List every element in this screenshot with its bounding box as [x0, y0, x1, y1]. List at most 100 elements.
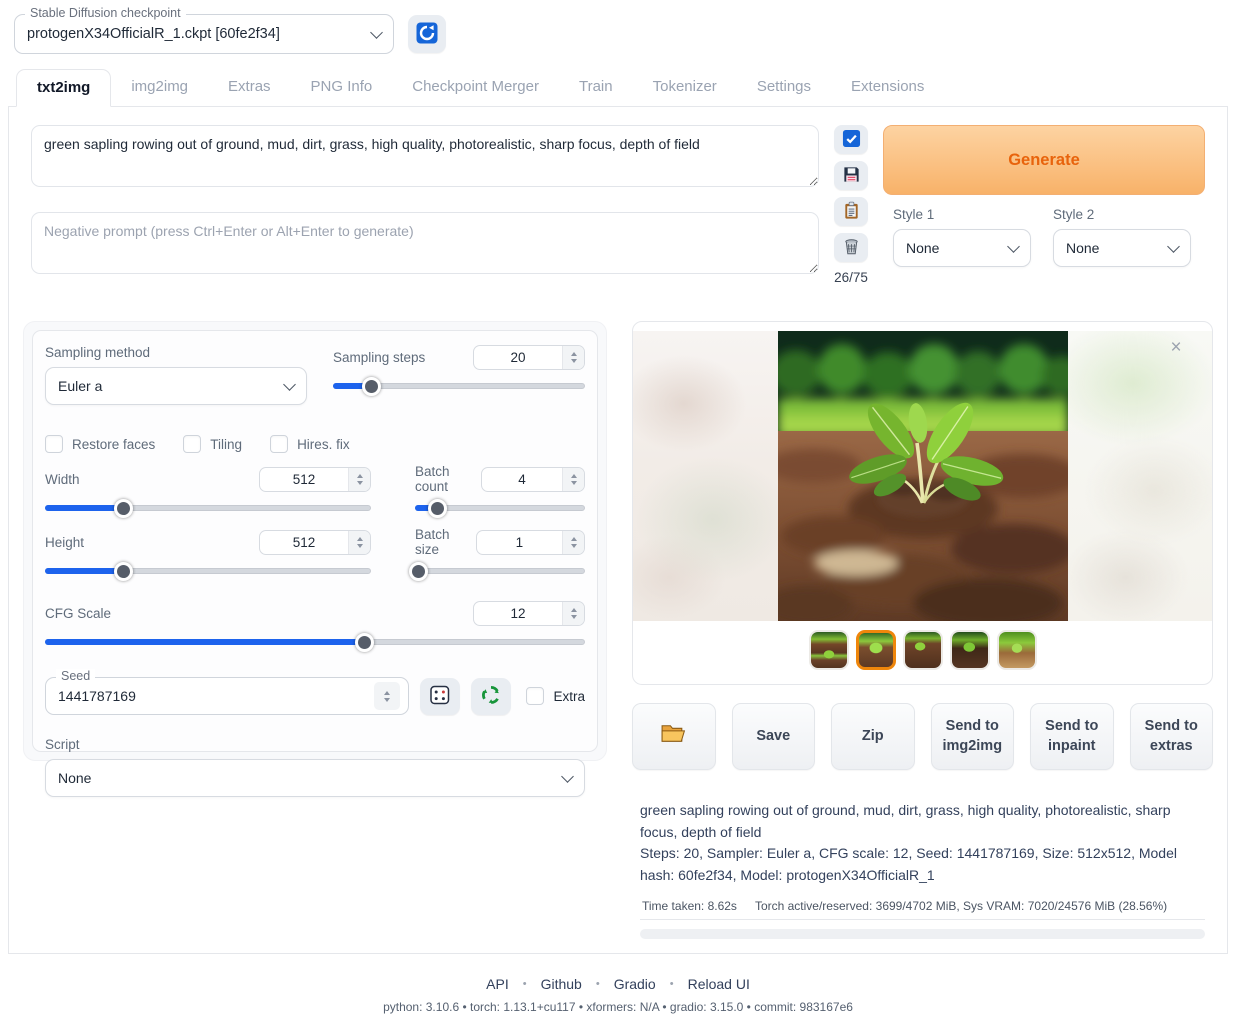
refresh-icon: [415, 21, 439, 48]
batch-count-slider[interactable]: [415, 499, 585, 517]
apply-style-button[interactable]: [834, 197, 868, 226]
chevron-down-icon: [1007, 240, 1020, 253]
sampling-steps-spinner[interactable]: [562, 346, 584, 369]
cfg-scale-slider[interactable]: [45, 633, 585, 651]
footer: API • Github • Gradio • Reload UI python…: [8, 976, 1228, 1014]
zip-button[interactable]: Zip: [831, 703, 915, 770]
width-slider[interactable]: [45, 499, 371, 517]
chevron-down-icon: [1167, 240, 1180, 253]
styles-row: Style 1 None Style 2 None: [883, 207, 1205, 267]
batch-size-spinner[interactable]: [562, 531, 584, 554]
checkpoint-value: protogenX34OfficialR_1.ckpt [60fe2f34]: [27, 26, 372, 42]
tab-img2img[interactable]: img2img: [111, 69, 208, 107]
paste-generation-params-button[interactable]: [834, 125, 868, 154]
cfg-scale-input[interactable]: [474, 606, 562, 621]
height-spinner[interactable]: [348, 531, 370, 554]
thumbnail-1[interactable]: [809, 630, 849, 670]
tab-extras[interactable]: Extras: [208, 69, 291, 107]
prompt-input[interactable]: green sapling rowing out of ground, mud,…: [31, 125, 819, 187]
chevron-down-icon: [561, 770, 574, 783]
send-to-inpaint-button[interactable]: Send to inpaint: [1030, 703, 1114, 770]
seed-input[interactable]: [58, 688, 374, 704]
open-folder-button[interactable]: [632, 703, 716, 770]
style2-group: Style 2 None: [1053, 207, 1191, 267]
style2-value: None: [1066, 240, 1169, 256]
thumbnail-5[interactable]: [997, 630, 1037, 670]
generated-image[interactable]: [778, 331, 1068, 621]
footer-link-gradio[interactable]: Gradio: [614, 976, 656, 992]
recycle-icon: [480, 684, 502, 709]
batch-size-numbox: [476, 530, 585, 555]
extra-seed-checkbox[interactable]: Extra: [526, 687, 585, 705]
batch-count-spinner[interactable]: [562, 468, 584, 491]
generation-prompt-text: green sapling rowing out of ground, mud,…: [640, 800, 1205, 843]
trash-icon: [842, 237, 861, 259]
tiling-checkbox[interactable]: Tiling: [183, 435, 242, 453]
output-buttons-row: Save Zip Send to img2img Send to inpaint…: [632, 703, 1213, 770]
footer-link-github[interactable]: Github: [541, 976, 582, 992]
close-icon[interactable]: ×: [1166, 338, 1186, 358]
seed-spinner[interactable]: [374, 682, 400, 710]
style1-dropdown[interactable]: None: [893, 229, 1031, 267]
restore-faces-label: Restore faces: [72, 437, 155, 452]
sampling-steps-numbox: [473, 345, 585, 370]
reuse-seed-button[interactable]: [471, 678, 511, 715]
settings-panel: Sampling method Euler a Sampling steps: [23, 321, 607, 761]
generate-button[interactable]: Generate: [883, 125, 1205, 195]
tab-tokenizer[interactable]: Tokenizer: [633, 69, 737, 107]
style2-label: Style 2: [1053, 207, 1191, 222]
thumbnail-strip: [633, 630, 1212, 670]
tab-train[interactable]: Train: [559, 69, 633, 107]
tab-settings[interactable]: Settings: [737, 69, 831, 107]
tab-extensions[interactable]: Extensions: [831, 69, 944, 107]
footer-separator: •: [670, 978, 674, 990]
sampling-steps-slider[interactable]: [333, 377, 585, 395]
generate-column: Generate Style 1 None Style 2 None: [883, 125, 1205, 285]
thumbnail-3[interactable]: [903, 630, 943, 670]
tab-checkpoint-merger[interactable]: Checkpoint Merger: [392, 69, 559, 107]
hires-fix-checkbox[interactable]: Hires. fix: [270, 435, 350, 453]
seed-field: Seed: [45, 677, 409, 715]
sampling-steps-label: Sampling steps: [333, 350, 425, 365]
thumbnail-2-selected[interactable]: [856, 630, 896, 670]
generation-params-text: Steps: 20, Sampler: Euler a, CFG scale: …: [640, 843, 1205, 886]
hires-fix-label: Hires. fix: [297, 437, 350, 452]
batch-size-slider[interactable]: [415, 562, 585, 580]
restore-faces-checkbox[interactable]: Restore faces: [45, 435, 155, 453]
height-slider[interactable]: [45, 562, 371, 580]
cfg-scale-spinner[interactable]: [562, 602, 584, 625]
clipboard-icon: [842, 201, 861, 223]
sampling-method-dropdown[interactable]: Euler a: [45, 367, 307, 405]
token-counter: 26/75: [834, 270, 868, 285]
open-folder-icon: [660, 722, 687, 752]
send-to-img2img-button[interactable]: Send to img2img: [931, 703, 1015, 770]
thumbnail-4[interactable]: [950, 630, 990, 670]
settings-card: Sampling method Euler a Sampling steps: [32, 330, 598, 752]
script-dropdown[interactable]: None: [45, 759, 585, 797]
checkpoint-dropdown[interactable]: Stable Diffusion checkpoint protogenX34O…: [14, 14, 394, 54]
send-to-extras-button[interactable]: Send to extras: [1130, 703, 1214, 770]
width-spinner[interactable]: [348, 468, 370, 491]
refresh-checkpoint-button[interactable]: [408, 15, 446, 53]
tab-txt2img[interactable]: txt2img: [16, 69, 111, 107]
save-style-button[interactable]: [834, 161, 868, 190]
main-tabs: txt2img img2img Extras PNG Info Checkpoi…: [8, 68, 1228, 107]
sampling-steps-input[interactable]: [474, 350, 562, 365]
footer-versions: python: 3.10.6 • torch: 1.13.1+cu117 • x…: [8, 1000, 1228, 1014]
txt2img-panel: green sapling rowing out of ground, mud,…: [8, 107, 1228, 954]
footer-link-reload-ui[interactable]: Reload UI: [688, 976, 750, 992]
height-input[interactable]: [260, 535, 348, 550]
checkbox-box: [45, 435, 63, 453]
gallery-blur-right: [1068, 331, 1213, 621]
gallery-stage: [633, 331, 1212, 621]
batch-count-input[interactable]: [482, 472, 562, 487]
style2-dropdown[interactable]: None: [1053, 229, 1191, 267]
tab-png-info[interactable]: PNG Info: [291, 69, 393, 107]
negative-prompt-input[interactable]: [31, 212, 819, 274]
footer-link-api[interactable]: API: [486, 976, 509, 992]
clear-prompt-button[interactable]: [834, 233, 868, 262]
random-seed-button[interactable]: [420, 678, 460, 715]
batch-size-input[interactable]: [477, 535, 562, 550]
width-input[interactable]: [260, 472, 348, 487]
save-button[interactable]: Save: [732, 703, 816, 770]
